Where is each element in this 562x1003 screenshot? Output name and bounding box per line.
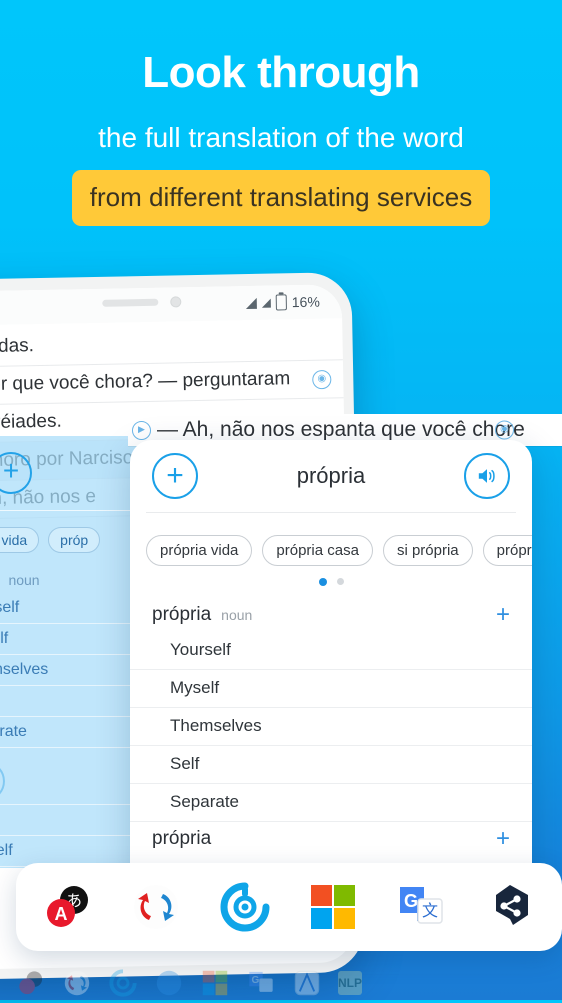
svg-text:文: 文 xyxy=(422,901,438,920)
card-chip[interactable]: si própria xyxy=(382,535,473,566)
deepl-translate-icon xyxy=(220,882,270,932)
plus-icon: + xyxy=(166,459,184,492)
dock-blue-circle[interactable] xyxy=(154,968,184,998)
play-circle-icon[interactable]: ▶ xyxy=(132,420,151,440)
floating-sentence-text: — Ah, não nos espanta que você chore xyxy=(157,418,525,441)
translation-services-bar: あ A G 文 xyxy=(16,863,562,951)
card-chip-row: própria vida própria casa si própria pró… xyxy=(130,513,532,566)
service-google-translate[interactable]: G 文 xyxy=(394,880,448,934)
card-item[interactable]: Separate xyxy=(130,784,532,822)
card-group-head: própria noun + xyxy=(130,598,532,632)
promo-badge: from different translating services xyxy=(71,170,491,227)
card-chip[interactable]: própria c xyxy=(482,535,532,566)
card-chip[interactable]: própria vida xyxy=(146,535,253,566)
systran-translate-icon xyxy=(495,885,528,925)
backpanel-add-button[interactable]: + xyxy=(0,452,32,494)
signal-bars-secondary-icon xyxy=(261,298,271,308)
card-pager xyxy=(130,566,532,590)
pager-dot-active[interactable] xyxy=(318,578,327,586)
promo-subline: the full translation of the word xyxy=(98,122,464,154)
status-right: 16% xyxy=(245,293,320,311)
service-microsoft-translator[interactable] xyxy=(306,880,360,934)
earpiece-speaker xyxy=(102,298,159,307)
battery-icon xyxy=(275,294,287,311)
card-headword: própria xyxy=(152,604,212,625)
svg-text:G: G xyxy=(404,891,418,911)
dock-reverso[interactable] xyxy=(62,968,92,998)
card-item[interactable]: Myself xyxy=(130,670,532,708)
translation-card: + própria própria vida própria casa si p… xyxy=(130,440,532,888)
reverso-translate-icon xyxy=(134,885,179,929)
backpanel-chip[interactable]: próp xyxy=(48,527,101,553)
card-add-button[interactable]: + xyxy=(152,453,198,499)
google-translate-dock-icon: G xyxy=(249,971,273,992)
story-line-text: salgadas. xyxy=(0,335,35,358)
promo-headline: Look through xyxy=(142,48,420,97)
service-systran[interactable] xyxy=(483,880,537,934)
add-translation-icon[interactable]: + xyxy=(496,603,510,627)
backpanel-pos: noun xyxy=(8,572,40,588)
dock-nlp[interactable]: NLP xyxy=(338,971,362,995)
battery-percent: 16% xyxy=(291,293,320,311)
story-line-text: as Oréiades. xyxy=(0,410,62,434)
deepl-dock-icon xyxy=(109,969,137,997)
card-pos: noun xyxy=(221,607,253,623)
card-word: própria xyxy=(296,463,366,488)
service-reverso[interactable] xyxy=(129,880,183,934)
add-translation-icon[interactable]: + xyxy=(496,827,510,851)
card-chip[interactable]: própria casa xyxy=(262,535,373,566)
dock-microsoft[interactable] xyxy=(200,968,230,998)
card-item[interactable]: Themselves xyxy=(130,708,532,746)
pager-dot[interactable] xyxy=(336,578,344,585)
service-translate-ru-japanese[interactable]: あ A xyxy=(41,880,95,934)
blue-circle-dock-icon xyxy=(156,970,182,996)
speaker-button[interactable] xyxy=(464,453,510,499)
pin-circle-icon[interactable]: ◉ xyxy=(495,420,514,440)
card-headword: própria xyxy=(152,828,212,849)
front-camera xyxy=(170,296,182,308)
dock-google-translate[interactable]: G xyxy=(246,968,276,998)
microsoft-translator-icon xyxy=(311,885,356,929)
signal-bars-icon xyxy=(245,297,257,309)
card-translation-list: própria noun + Yourself Myself Themselve… xyxy=(130,590,532,888)
speaker-icon xyxy=(478,469,495,483)
app-dock: G NLP xyxy=(8,963,362,1003)
dock-deepl[interactable] xyxy=(108,968,138,998)
translate-ru-japanese-dock-icon xyxy=(19,971,43,995)
reverso-dock-icon xyxy=(64,970,90,996)
dock-yandex-translate[interactable] xyxy=(292,968,322,998)
phone-notch xyxy=(102,296,182,309)
card-item[interactable]: Yourself xyxy=(130,632,532,670)
promo-header: Look through the full translation of the… xyxy=(0,0,562,227)
card-group-head: própria + xyxy=(130,822,532,856)
service-deepl[interactable] xyxy=(218,880,272,934)
card-item[interactable]: Self xyxy=(130,746,532,784)
microsoft-dock-icon xyxy=(202,970,228,996)
yandex-translate-dock-icon xyxy=(294,970,320,996)
card-header: + própria xyxy=(130,440,532,512)
translate-ru-japanese-icon: あ A xyxy=(47,886,89,927)
promo-badge-wrap: from different translating services xyxy=(0,170,562,227)
svg-text:G: G xyxy=(252,975,260,986)
dock-translate-ru-japanese[interactable] xyxy=(16,968,46,998)
story-line-text: — Por que você chora? — perguntaram xyxy=(0,368,291,396)
google-translate-icon: G 文 xyxy=(400,887,444,924)
svg-text:A: A xyxy=(55,904,68,924)
backpanel-chip[interactable]: própria vida xyxy=(0,527,40,553)
pin-circle-icon[interactable]: ◉ xyxy=(312,369,332,389)
